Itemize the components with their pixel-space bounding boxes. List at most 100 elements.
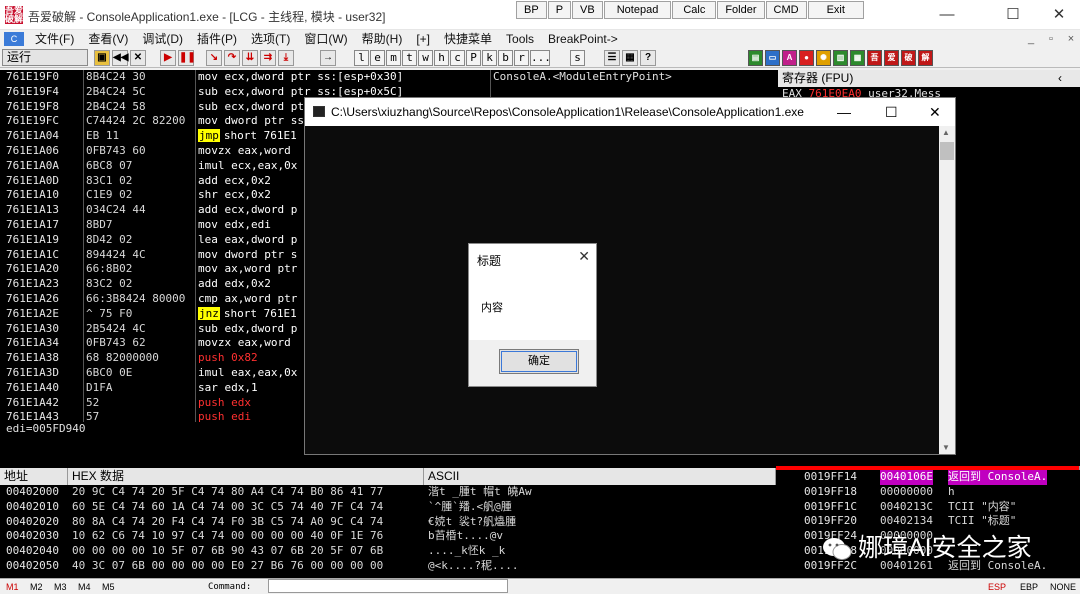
scroll-down-icon[interactable]: ▼ [942, 443, 950, 452]
folder-button[interactable]: Folder [717, 1, 765, 19]
stop-icon[interactable]: ✕ [130, 50, 146, 66]
menu-shortcuts[interactable]: 快捷菜单 [437, 30, 499, 48]
run-icon[interactable]: ▶ [160, 50, 176, 66]
open-icon[interactable]: ▣ [94, 50, 110, 66]
handles-button[interactable]: h [434, 50, 449, 66]
cmd-button[interactable]: CMD [765, 1, 807, 19]
dump-tab-m5[interactable]: M5 [102, 581, 115, 593]
windows-button[interactable]: w [418, 50, 433, 66]
windows-grid-icon[interactable]: ▦ [622, 50, 638, 66]
patches-button[interactable]: P [466, 50, 481, 66]
dump-hex-header[interactable]: HEX 数据 [68, 468, 424, 485]
executable-modules-button[interactable]: e [370, 50, 385, 66]
menu-plugins[interactable]: 插件(P) [190, 30, 244, 48]
pause-icon[interactable]: ❚❚ [178, 50, 196, 66]
stack-row[interactable]: 0019FF20 00402134 TCII "标题" [776, 514, 1080, 529]
plugin-icon-10[interactable]: 解 [918, 50, 933, 66]
registers-header[interactable]: 寄存器 (FPU) ‹ [778, 70, 1080, 87]
bp-button[interactable]: BP [516, 1, 547, 19]
menu-debug[interactable]: 调试(D) [135, 30, 190, 48]
command-input[interactable] [268, 579, 508, 593]
breakpoints-button[interactable]: b [498, 50, 513, 66]
stack-row[interactable]: 0019FF14 0040106E 返回到 ConsoleA. [776, 470, 1080, 485]
plugin-icon-1[interactable]: ▤ [748, 50, 763, 66]
call-stack-button[interactable]: k [482, 50, 497, 66]
options-icon[interactable]: ☰ [604, 50, 620, 66]
cpu-button[interactable]: c [450, 50, 465, 66]
references-button[interactable]: r [514, 50, 529, 66]
notepad-button[interactable]: Notepad [603, 1, 672, 19]
console-scrollbar[interactable]: ▲ ▼ [939, 126, 955, 454]
stack-row[interactable]: 0019FF18 00000000 h [776, 485, 1080, 500]
chevron-left-icon[interactable]: ‹ [1058, 70, 1062, 87]
console-maximize-icon[interactable]: ☐ [885, 98, 898, 126]
ok-button[interactable]: 确定 [499, 349, 579, 374]
plugin-icon-6[interactable]: ▦ [850, 50, 865, 66]
trace-over-icon[interactable]: ⇉ [260, 50, 276, 66]
dump-tab-m4[interactable]: M4 [78, 581, 91, 593]
plugin-icon-9[interactable]: 破 [901, 50, 916, 66]
execute-till-return-icon[interactable]: ⤓ [278, 50, 294, 66]
minimize-icon[interactable]: — [924, 0, 970, 30]
close-icon[interactable]: ✕ [1036, 0, 1080, 30]
plugin-icon-a[interactable]: A [782, 50, 797, 66]
step-over-icon[interactable]: ↷ [224, 50, 240, 66]
calc-button[interactable]: Calc [672, 1, 717, 19]
console-title-bar[interactable]: C:\Users\xiuzhang\Source\Repos\ConsoleAp… [305, 98, 955, 126]
log-window-button[interactable]: l [354, 50, 369, 66]
menu-window[interactable]: 窗口(W) [297, 30, 354, 48]
none-flag[interactable]: NONE [1050, 581, 1076, 593]
message-box[interactable]: 标题 ✕ 内容 确定 [468, 243, 597, 387]
go-to-icon[interactable]: → [320, 50, 336, 66]
help-icon[interactable]: ? [640, 50, 656, 66]
run-trace-button[interactable]: ... [530, 50, 551, 66]
message-box-close-icon[interactable]: ✕ [578, 248, 590, 265]
console-window[interactable]: C:\Users\xiuzhang\Source\Repos\ConsoleAp… [304, 97, 956, 455]
dump-row[interactable]: 00402040 00 00 00 00 10 5F 07 6B 90 43 07… [0, 544, 776, 559]
column-divider[interactable] [83, 70, 84, 430]
step-into-icon[interactable]: ↘ [206, 50, 222, 66]
dump-tab-m1[interactable]: M1 [6, 581, 19, 593]
menu-help[interactable]: 帮助(H) [355, 30, 410, 48]
plugin-icon-5[interactable]: ▥ [833, 50, 848, 66]
menu-view[interactable]: 查看(V) [81, 30, 135, 48]
plugin-icon-2[interactable]: ▭ [765, 50, 780, 66]
plugin-icon-8[interactable]: 爱 [884, 50, 899, 66]
esp-flag[interactable]: ESP [988, 581, 1006, 593]
threads-button[interactable]: t [402, 50, 417, 66]
vb-button[interactable]: VB [572, 1, 603, 19]
dump-row[interactable]: 00402030 10 62 C6 74 10 97 C4 74 00 00 00… [0, 529, 776, 544]
ebp-flag[interactable]: EBP [1020, 581, 1038, 593]
dump-tab-m3[interactable]: M3 [54, 581, 67, 593]
memory-map-button[interactable]: m [386, 50, 401, 66]
menu-options[interactable]: 选项(T) [244, 30, 297, 48]
menu-file[interactable]: 文件(F) [28, 30, 81, 48]
exit-button[interactable]: Exit [807, 1, 864, 19]
console-scroll-thumb[interactable] [940, 142, 954, 160]
plugin-icon-record[interactable]: ● [799, 50, 814, 66]
p-button[interactable]: P [547, 1, 572, 19]
plugin-icon-sun[interactable]: ✺ [816, 50, 831, 66]
dump-addr-header[interactable]: 地址 [0, 468, 68, 485]
console-minimize-icon[interactable]: — [837, 98, 851, 126]
mdi-restore-icon[interactable]: ▫ [1042, 30, 1060, 48]
maximize-icon[interactable]: ☐ [990, 0, 1036, 30]
source-button[interactable]: s [570, 50, 585, 66]
menu-tools[interactable]: Tools [499, 30, 541, 48]
dump-row[interactable]: 00402050 40 3C 07 6B 00 00 00 00 E0 27 B6… [0, 559, 776, 574]
trace-into-icon[interactable]: ⇊ [242, 50, 258, 66]
stack-row[interactable]: 0019FF1C 0040213C TCII "内容" [776, 500, 1080, 515]
disasm-row[interactable]: 761E19F0 8B4C24 30 mov ecx,dword ptr ss:[e… [0, 70, 490, 85]
mdi-close-icon[interactable]: × [1062, 30, 1080, 48]
dump-tab-m2[interactable]: M2 [30, 581, 43, 593]
column-divider[interactable] [195, 70, 196, 430]
dump-row[interactable]: 00402020 80 8A C4 74 20 F4 C4 74 F0 3B C5… [0, 515, 776, 530]
child-window-icon[interactable]: C [4, 32, 24, 46]
console-close-icon[interactable]: ✕ [929, 98, 941, 126]
dump-row[interactable]: 00402010 60 5E C4 74 60 1A C4 74 00 3C C5… [0, 500, 776, 515]
dump-row[interactable]: 00402000 20 9C C4 74 20 5F C4 74 80 A4 C4… [0, 485, 776, 500]
scroll-up-icon[interactable]: ▲ [942, 128, 950, 137]
dump-pane[interactable]: 00402000 20 9C C4 74 20 5F C4 74 80 A4 C4… [0, 485, 776, 578]
menu-plus[interactable]: [+] [409, 30, 437, 48]
plugin-icon-7[interactable]: 吾 [867, 50, 882, 66]
